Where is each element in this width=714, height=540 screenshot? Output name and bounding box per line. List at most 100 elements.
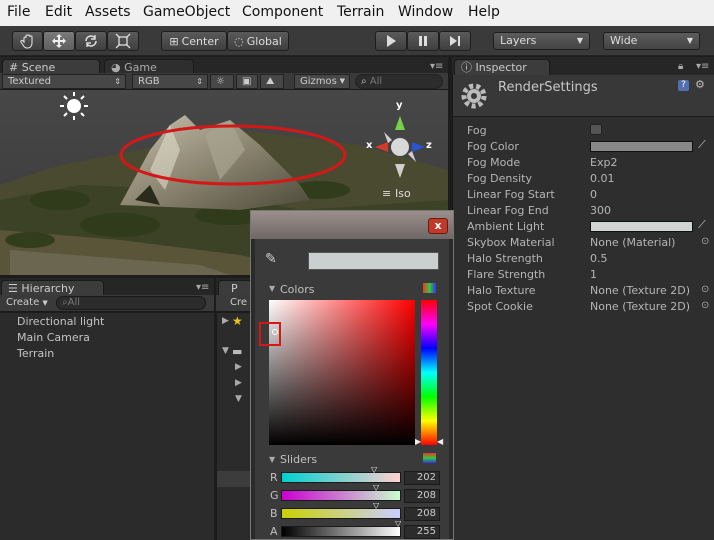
step-button[interactable] <box>439 31 471 51</box>
menu-assets[interactable]: Assets <box>85 4 131 20</box>
hierarchy-item-directional-light[interactable]: Directional light <box>17 315 104 328</box>
rotate-tool-button[interactable] <box>75 31 107 51</box>
menu-terrain[interactable]: Terrain <box>337 4 384 20</box>
menu-edit[interactable]: Edit <box>45 4 72 20</box>
fog-density-field[interactable]: 0.01 <box>590 172 615 185</box>
spot-cookie-field[interactable]: None (Texture 2D) <box>590 300 690 313</box>
linear-fog-start-field[interactable]: 0 <box>590 188 597 201</box>
help-icon[interactable]: ? <box>678 80 689 91</box>
slider-b-value[interactable]: 208 <box>404 507 440 521</box>
object-picker-icon[interactable]: ⊙ <box>701 300 709 311</box>
slider-r-value[interactable]: 202 <box>404 471 440 485</box>
halo-texture-field[interactable]: None (Texture 2D) <box>590 284 690 297</box>
gizmo-axis-y[interactable]: y <box>396 100 403 111</box>
slider-mode-icon[interactable] <box>423 453 436 463</box>
hierarchy-item-main-camera[interactable]: Main Camera <box>17 331 90 344</box>
menu-window[interactable]: Window <box>398 4 453 20</box>
eyedropper-icon[interactable]: ⟋ <box>698 138 706 152</box>
pivot-center-toggle[interactable]: ⊞ Center <box>161 31 227 51</box>
eyedropper-icon[interactable]: ⟋ <box>698 218 706 232</box>
expand-arrow-icon[interactable]: ▼ <box>222 346 229 356</box>
gizmos-dropdown[interactable]: Gizmos ▼ <box>294 74 350 89</box>
gizmos-label: Gizmos <box>300 76 337 87</box>
hue-slider[interactable] <box>421 300 437 445</box>
halo-strength-field[interactable]: 0.5 <box>590 252 608 265</box>
menu-file[interactable]: File <box>7 4 30 20</box>
hierarchy-create-dropdown[interactable]: Create ▼ <box>6 296 56 310</box>
saturation-value-square[interactable] <box>269 300 415 445</box>
scene-lighting-toggle[interactable]: ☼ <box>210 74 234 89</box>
hue-handle-icon[interactable]: ◀ <box>437 437 443 446</box>
move-icon <box>52 34 66 48</box>
slider-g-value[interactable]: 208 <box>404 489 440 503</box>
slider-a-track[interactable] <box>281 526 401 537</box>
object-picker-icon[interactable]: ⊙ <box>701 236 709 247</box>
skybox-material-field[interactable]: None (Material) <box>590 236 675 249</box>
scene-search-input[interactable]: ⌕ All <box>355 74 443 89</box>
slider-handle-icon[interactable]: ▽ <box>395 519 401 528</box>
projection-label[interactable]: Iso <box>395 187 411 200</box>
chevron-down-icon: ▼ <box>42 299 48 307</box>
slider-b-track[interactable] <box>281 508 401 519</box>
hierarchy-search-input[interactable]: ⌕All <box>56 296 206 310</box>
hierarchy-tab-strip: ☰ Hierarchy ▾≡ <box>0 278 214 296</box>
menu-gameobject[interactable]: GameObject <box>143 4 230 20</box>
pause-button[interactable] <box>407 31 439 51</box>
object-picker-icon[interactable]: ⊙ <box>701 284 709 295</box>
slider-g-track[interactable] <box>281 490 401 501</box>
expand-arrow-icon[interactable]: ▼ <box>235 394 242 404</box>
hue-handle-icon[interactable]: ▶ <box>415 437 421 446</box>
expand-arrow-icon[interactable]: ▶ <box>235 362 242 372</box>
color-mode-dropdown[interactable]: RGB ⇕ <box>132 74 208 89</box>
settings-gear-icon[interactable]: ⚙ <box>695 78 705 91</box>
eyedropper-icon[interactable]: ✎ <box>265 251 277 267</box>
layout-dropdown[interactable]: Wide ▼ <box>603 32 700 50</box>
tab-inspector[interactable]: ⓘ Inspector <box>454 59 550 75</box>
slider-handle-icon[interactable]: ▽ <box>371 465 377 474</box>
render-mode-dropdown[interactable]: Textured ⇕ <box>2 74 126 89</box>
scale-tool-button[interactable] <box>107 31 139 51</box>
fog-mode-dropdown[interactable]: Exp2 <box>590 156 617 169</box>
menu-component[interactable]: Component <box>242 4 323 20</box>
linear-fog-end-field[interactable]: 300 <box>590 204 611 217</box>
lock-icon[interactable]: 🔒︎ <box>678 61 683 72</box>
play-button[interactable] <box>375 31 407 51</box>
tab-hierarchy[interactable]: ☰ Hierarchy <box>1 280 104 296</box>
slider-handle-icon[interactable]: ▽ <box>373 483 379 492</box>
pivot-label: Center <box>181 34 219 48</box>
panel-menu-icon[interactable]: ▾≡ <box>430 61 443 72</box>
color-mode-icon[interactable] <box>423 283 436 293</box>
scene-audio-toggle[interactable]: ⛰ <box>260 74 284 89</box>
fog-color-field[interactable] <box>590 141 693 152</box>
slider-r-track[interactable] <box>281 472 401 483</box>
fog-checkbox[interactable] <box>590 124 602 135</box>
collapse-arrow-icon[interactable]: ▼ <box>269 455 275 464</box>
ambient-light-color-field[interactable] <box>590 221 693 232</box>
hand-tool-button[interactable] <box>12 31 43 51</box>
collapse-arrow-icon[interactable]: ▼ <box>269 284 275 293</box>
close-button[interactable]: x <box>428 218 448 234</box>
slider-a-value[interactable]: 255 <box>404 525 440 539</box>
project-selected-row[interactable] <box>217 471 253 487</box>
move-tool-button[interactable] <box>43 31 75 51</box>
color-picker-window: x ✎ ▼ Colors ▶ ◀ ▼ Sliders R ▽ 202 G ▽ 2… <box>250 210 454 540</box>
hierarchy-item-terrain[interactable]: Terrain <box>17 347 54 360</box>
colors-section-label[interactable]: Colors <box>280 283 314 296</box>
expand-arrow-icon[interactable]: ▶ <box>222 316 229 326</box>
panel-menu-icon[interactable]: ▾≡ <box>696 61 709 72</box>
menu-help[interactable]: Help <box>468 4 500 20</box>
gizmo-axis-x[interactable]: x <box>366 140 372 151</box>
sliders-section-label[interactable]: Sliders <box>280 453 317 466</box>
slider-handle-icon[interactable]: ▽ <box>373 501 379 510</box>
star-icon: ★ <box>232 314 243 328</box>
flare-strength-field[interactable]: 1 <box>590 268 597 281</box>
color-picker-titlebar[interactable]: x <box>251 211 453 239</box>
gizmo-axis-z[interactable]: z <box>426 140 432 151</box>
scene-fx-toggle[interactable]: ▣ <box>236 74 258 89</box>
expand-arrow-icon[interactable]: ▶ <box>235 378 242 388</box>
project-create-dropdown[interactable]: Cre <box>230 297 247 308</box>
layers-dropdown[interactable]: Layers ▼ <box>493 32 590 50</box>
tab-project[interactable]: P <box>218 280 252 296</box>
space-global-toggle[interactable]: ◌ Global <box>227 31 289 51</box>
panel-menu-icon[interactable]: ▾≡ <box>196 282 209 293</box>
